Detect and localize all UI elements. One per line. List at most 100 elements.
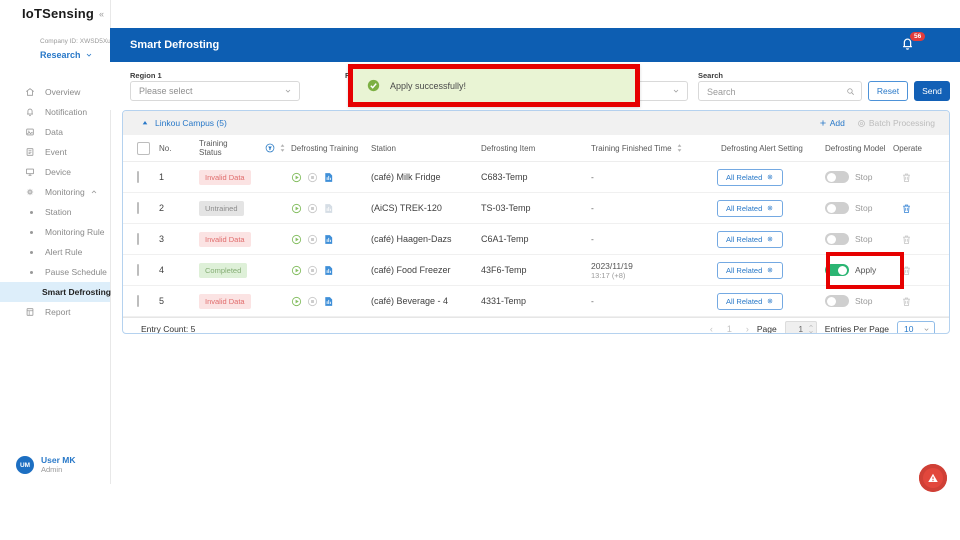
group-title: Linkou Campus (5) — [155, 118, 227, 128]
all-related-button[interactable]: All Related — [717, 262, 783, 279]
sidebar-item-report[interactable]: Report — [0, 302, 110, 322]
sidebar-item-monitoring[interactable]: Monitoring — [0, 182, 110, 202]
region1-label: Region 1 — [130, 71, 162, 80]
training-report-icon[interactable] — [323, 172, 334, 183]
col-defrosting-alert-setting: Defrosting Alert Setting — [703, 144, 815, 153]
sort-icon[interactable] — [279, 143, 286, 153]
send-button[interactable]: Send — [914, 81, 950, 101]
trash-icon — [901, 172, 912, 183]
col-defrosting-item: Defrosting Item — [481, 144, 591, 153]
sidebar-item-monitoring-rule[interactable]: Monitoring Rule — [0, 222, 110, 242]
defrosting-model-toggle[interactable] — [825, 264, 849, 276]
sort-icon[interactable] — [676, 143, 683, 153]
stop-training-icon[interactable] — [307, 296, 318, 307]
search-icon — [846, 87, 855, 96]
search-label: Search — [698, 71, 723, 80]
training-report-icon[interactable] — [323, 234, 334, 245]
sidebar-item-alert-rule[interactable]: Alert Rule — [0, 242, 110, 262]
status-badge: Invalid Data — [199, 232, 251, 247]
page-stepper[interactable] — [808, 323, 814, 335]
table-row: 1 Invalid Data (café) Milk Fridge C683-T… — [123, 162, 949, 193]
user-block[interactable]: UM User MK Admin — [16, 455, 75, 475]
all-related-button[interactable]: All Related — [717, 293, 783, 310]
row-checkbox[interactable] — [137, 202, 139, 214]
row-checkbox[interactable] — [137, 171, 139, 183]
finished-time-cell: - — [591, 203, 703, 213]
stop-training-icon[interactable] — [307, 265, 318, 276]
chevron-down-icon — [672, 87, 680, 95]
defrosting-model-toggle[interactable] — [825, 233, 849, 245]
collapse-caret-icon[interactable] — [141, 119, 149, 127]
filter-icon[interactable] — [265, 143, 275, 153]
entries-per-page-select[interactable]: 10 — [897, 321, 935, 335]
sidebar-menu: Overview Notification Data Event Device … — [0, 82, 110, 322]
data-icon — [25, 127, 35, 137]
bullet-icon — [30, 251, 33, 254]
status-badge: Completed — [199, 263, 247, 278]
trash-icon — [901, 265, 912, 276]
entries-per-page-label: Entries Per Page — [825, 324, 889, 334]
col-training-status: Training Status — [199, 139, 243, 157]
region1-value: Please select — [139, 86, 193, 96]
bell-icon — [25, 107, 35, 117]
defrosting-model-toggle[interactable] — [825, 171, 849, 183]
org-selector[interactable]: Research — [40, 50, 93, 60]
all-related-button[interactable]: All Related — [717, 231, 783, 248]
reset-button[interactable]: Reset — [868, 81, 908, 101]
start-training-icon[interactable] — [291, 203, 302, 214]
region1-select[interactable]: Please select — [130, 81, 300, 101]
start-training-icon[interactable] — [291, 234, 302, 245]
start-training-icon[interactable] — [291, 265, 302, 276]
prev-page-button[interactable]: ‹ — [710, 324, 713, 334]
sidebar-item-data[interactable]: Data — [0, 122, 110, 142]
station-cell: (café) Beverage - 4 — [371, 296, 481, 306]
chevron-up-icon — [90, 188, 98, 196]
table-header-row: No. Training Status Defrosting Training … — [123, 135, 949, 162]
row-checkbox[interactable] — [137, 264, 139, 276]
next-page-button[interactable]: › — [746, 324, 749, 334]
stop-training-icon[interactable] — [307, 172, 318, 183]
select-all-checkbox[interactable] — [137, 142, 150, 155]
training-report-icon[interactable] — [323, 265, 334, 276]
stop-training-icon[interactable] — [307, 203, 318, 214]
defrosting-model-toggle[interactable] — [825, 295, 849, 307]
filter-bar: Region 1 Please select Region 2 Apply su… — [110, 62, 960, 110]
training-report-icon[interactable] — [323, 296, 334, 307]
col-defrosting-model: Defrosting Model — [815, 144, 893, 153]
add-button[interactable]: Add — [819, 118, 845, 128]
search-input[interactable] — [699, 83, 861, 101]
stop-training-icon[interactable] — [307, 234, 318, 245]
sidebar-item-device[interactable]: Device — [0, 162, 110, 182]
all-related-button[interactable]: All Related — [717, 169, 783, 186]
col-training-finished-time: Training Finished Time — [591, 144, 672, 153]
item-cell: C6A1-Temp — [481, 234, 591, 244]
alarm-float-button[interactable] — [919, 464, 947, 492]
sidebar-collapse-icon[interactable]: « — [99, 9, 104, 19]
sidebar-item-notification[interactable]: Notification — [0, 102, 110, 122]
sidebar-item-pause-schedule[interactable]: Pause Schedule — [0, 262, 110, 282]
defrosting-model-toggle[interactable] — [825, 202, 849, 214]
trash-icon[interactable] — [901, 203, 912, 214]
table-footer: Entry Count: 5 ‹ 1 › Page 1 Entries Per … — [123, 317, 949, 334]
avatar: UM — [16, 456, 34, 474]
chevron-down-icon — [923, 326, 930, 333]
notification-bell-button[interactable]: 56 — [900, 36, 918, 54]
item-cell: 4331-Temp — [481, 296, 591, 306]
start-training-icon[interactable] — [291, 296, 302, 307]
group-header: Linkou Campus (5) Add Batch Processing — [123, 111, 949, 135]
plus-icon — [819, 119, 827, 127]
sidebar-item-smart-defrosting[interactable]: Smart Defrosting — [0, 282, 110, 302]
user-role: Admin — [41, 465, 75, 475]
sidebar-item-event[interactable]: Event — [0, 142, 110, 162]
toggle-label: Stop — [855, 172, 873, 182]
station-cell: (AiCS) TREK-120 — [371, 203, 481, 213]
row-checkbox[interactable] — [137, 295, 139, 307]
warning-triangle-icon — [927, 472, 939, 484]
all-related-button[interactable]: All Related — [717, 200, 783, 217]
start-training-icon[interactable] — [291, 172, 302, 183]
page-input[interactable]: 1 — [785, 321, 817, 335]
sidebar-item-overview[interactable]: Overview — [0, 82, 110, 102]
page-number[interactable]: 1 — [727, 324, 732, 334]
sidebar-item-station[interactable]: Station — [0, 202, 110, 222]
row-checkbox[interactable] — [137, 233, 139, 245]
